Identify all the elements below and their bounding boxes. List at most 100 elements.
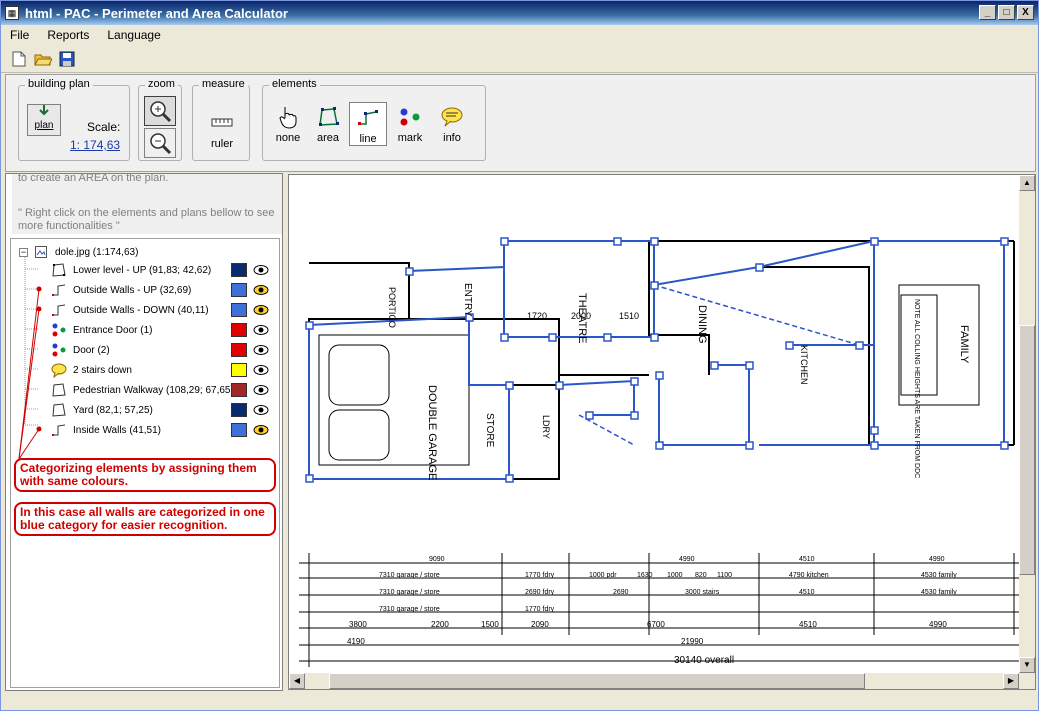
room-label-kitchen: KITCHEN — [799, 345, 809, 385]
scale-label: Scale: — [87, 120, 121, 134]
left-panel: to create an AREA on the plan. " Right c… — [5, 172, 283, 691]
dim-row1-b: 4990 — [679, 556, 695, 563]
dim-row2-h: 4790 kitchen — [789, 572, 829, 579]
dim-row2-a: 7310 garage / store — [379, 572, 440, 579]
room-label-store: STORE — [484, 413, 495, 448]
annotation-callout-categorizing: Categorizing elements by assigning them … — [14, 458, 276, 492]
dim-label-1510: 1510 — [619, 311, 639, 321]
line-tool-button[interactable]: line — [349, 102, 387, 146]
info-tool-button[interactable]: info — [433, 102, 471, 144]
dim-row4-b: 1770 fdry — [525, 606, 555, 613]
dim-row5-c: 1500 — [481, 620, 499, 629]
floor-plan[interactable]: THEATRE DINING FAMILY DOUBLE GARAGE STOR… — [289, 175, 1019, 673]
horizontal-scroll-thumb[interactable] — [329, 673, 865, 689]
minimize-button[interactable]: _ — [979, 5, 996, 20]
scroll-up-arrow-icon[interactable]: ▲ — [1019, 175, 1035, 191]
none-tool-button[interactable]: none — [269, 102, 307, 144]
annotation-lines — [18, 286, 42, 460]
room-label-portico: PORTICO — [387, 287, 397, 328]
dim-row2-g: 1100 — [717, 572, 732, 579]
open-folder-icon[interactable] — [33, 49, 53, 69]
dim-row5-f: 4510 — [799, 620, 817, 629]
dim-row1-a: 9090 — [429, 556, 445, 563]
ruler-label: ruler — [210, 138, 233, 150]
dim-row2-e: 1000 — [667, 572, 683, 579]
dim-row1-c: 4510 — [799, 556, 815, 563]
mark-dots-icon — [400, 108, 420, 126]
line-label: line — [359, 133, 377, 145]
plan-button-label: plan — [34, 120, 54, 131]
room-label-entry: ENTRY — [462, 283, 473, 317]
hint-line-1: to create an AREA on the plan. — [18, 172, 169, 184]
dim-label-2000: 2000 — [571, 311, 591, 321]
dim-row2-i: 4530 family — [921, 572, 957, 579]
dim-row5-e: 6700 — [647, 620, 665, 629]
menu-file[interactable]: File — [1, 28, 38, 42]
elements-group: elements none area line mark info — [262, 78, 486, 161]
dim-label-1720: 1720 — [527, 311, 547, 321]
new-file-icon[interactable] — [9, 49, 29, 69]
scroll-right-arrow-icon[interactable]: ▶ — [1003, 673, 1019, 689]
building-plan-group: building plan plan Scale: 1: 174,63 — [18, 78, 130, 161]
area-tool-button[interactable]: area — [309, 102, 347, 144]
room-label-garage: DOUBLE GARAGE — [426, 385, 438, 480]
hand-pointer-icon — [279, 107, 297, 129]
dim-row3-e: 4510 — [799, 589, 815, 596]
dim-row5-g: 4990 — [929, 620, 947, 629]
maximize-button[interactable]: □ — [998, 5, 1015, 20]
annotation-callout-walls: In this case all walls are categorized i… — [14, 502, 276, 536]
hint-line-2: " Right click on the elements and plans … — [18, 207, 275, 232]
line-tool-icon — [358, 110, 378, 125]
scroll-down-arrow-icon[interactable]: ▼ — [1019, 657, 1035, 673]
info-speech-bubble-icon — [441, 107, 463, 127]
area-label: area — [316, 132, 340, 144]
ruler-button[interactable]: ruler — [203, 108, 241, 150]
menu-bar: File Reports Language — [1, 25, 1038, 45]
elements-label: elements — [269, 78, 320, 90]
measure-label: measure — [199, 78, 248, 90]
window-title: html - PAC - Perimeter and Area Calculat… — [25, 5, 288, 21]
dim-row2-f: 820 — [695, 572, 707, 579]
menu-reports[interactable]: Reports — [38, 28, 98, 42]
zoom-out-button[interactable] — [144, 128, 176, 158]
dim-row2-b: 1770 fdry — [525, 572, 555, 579]
menu-language[interactable]: Language — [98, 28, 169, 42]
download-arrow-icon — [39, 105, 49, 116]
room-label-dining: DINING — [696, 305, 708, 344]
dim-row1-d: 4990 — [929, 556, 945, 563]
dim-row5-d: 2090 — [531, 620, 549, 629]
title-bar[interactable]: ▦ html - PAC - Perimeter and Area Calcul… — [1, 1, 1038, 25]
dim-row6-a: 4190 — [347, 637, 365, 646]
scroll-left-arrow-icon[interactable]: ◀ — [289, 673, 305, 689]
zoom-label: zoom — [145, 78, 178, 90]
save-icon[interactable] — [57, 49, 77, 69]
room-label-ldry: LDRY — [541, 415, 551, 439]
plan-button[interactable]: plan — [27, 104, 61, 136]
ruler-icon — [211, 118, 233, 127]
toolbar — [1, 45, 1038, 73]
vertical-scrollbar[interactable]: ▲ ▼ — [1019, 175, 1035, 673]
dim-row6-b: 21990 — [681, 637, 704, 646]
dim-row3-c: 2690 — [613, 589, 629, 596]
scale-value-link[interactable]: 1: 174,63 — [70, 138, 120, 152]
dim-row4-a: 7310 garage / store — [379, 606, 440, 613]
horizontal-scrollbar[interactable]: ◀ ▶ — [289, 673, 1035, 689]
vertical-scroll-thumb[interactable] — [1019, 325, 1035, 575]
dim-row3-b: 2690 fdry — [525, 589, 555, 596]
plan-note-text: NOTE ALL COLLING HEIGHTS ARE TAKEN FROM … — [913, 299, 920, 478]
zoom-in-icon — [150, 101, 172, 123]
dim-row2-d: 1630 — [637, 572, 653, 579]
dim-row5-a: 3800 — [349, 620, 367, 629]
dim-row3-d: 3000 stairs — [685, 589, 720, 596]
zoom-in-button[interactable] — [144, 96, 176, 126]
ribbon: building plan plan Scale: 1: 174,63 zoom… — [5, 74, 1036, 172]
zoom-group: zoom — [138, 78, 182, 161]
mark-label: mark — [397, 132, 423, 144]
dim-row5-b: 2200 — [431, 620, 449, 629]
none-label: none — [275, 132, 301, 144]
close-button[interactable]: X — [1017, 5, 1034, 20]
zoom-out-icon — [150, 133, 172, 155]
mark-tool-button[interactable]: mark — [391, 102, 429, 144]
area-polygon-icon — [319, 107, 339, 126]
plan-canvas[interactable]: THEATRE DINING FAMILY DOUBLE GARAGE STOR… — [288, 174, 1036, 690]
